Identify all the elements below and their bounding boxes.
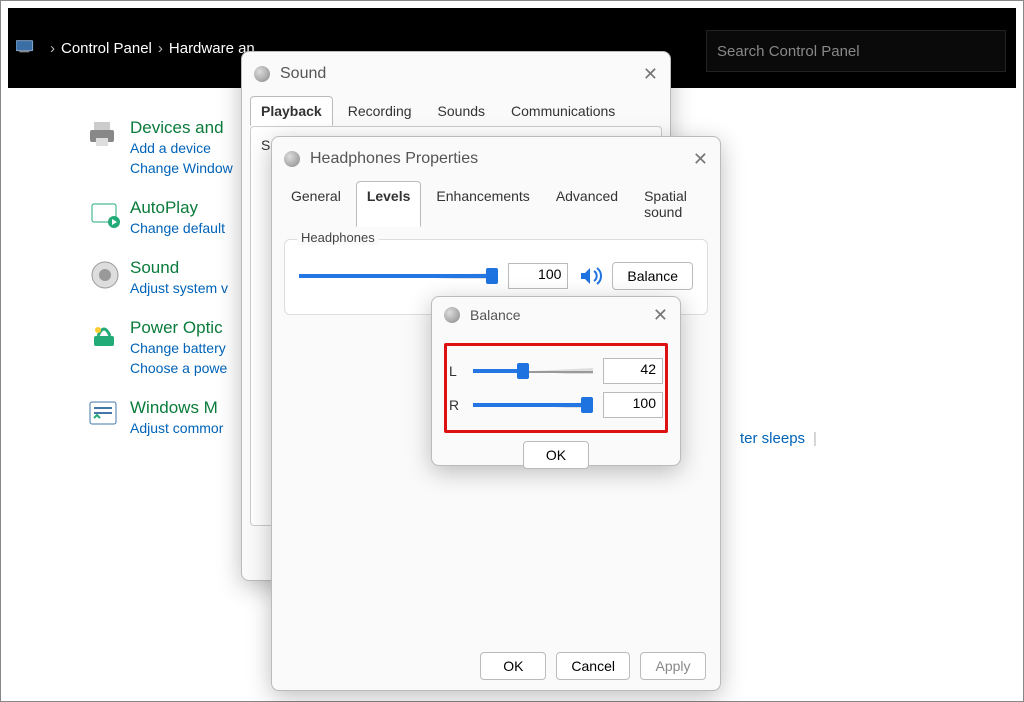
ok-button[interactable]: OK: [480, 652, 546, 680]
close-icon[interactable]: ✕: [693, 149, 708, 170]
cancel-button[interactable]: Cancel: [556, 652, 630, 680]
volume-icon[interactable]: [578, 264, 602, 288]
tab-recording[interactable]: Recording: [337, 96, 423, 126]
speaker-icon: [88, 258, 122, 292]
sound-tabs: Playback Recording Sounds Communications: [242, 96, 670, 126]
power-icon: [88, 318, 122, 352]
tab-levels[interactable]: Levels: [356, 181, 422, 227]
link-add-device[interactable]: Add a device: [130, 138, 233, 158]
printer-icon: [88, 118, 122, 152]
category-title[interactable]: Sound: [130, 258, 228, 278]
close-icon[interactable]: ✕: [653, 305, 668, 326]
control-panel-icon: [16, 39, 36, 57]
tab-advanced[interactable]: Advanced: [545, 181, 629, 227]
left-label: L: [449, 363, 463, 379]
volume-value[interactable]: 100: [508, 263, 568, 289]
breadcrumb-control-panel[interactable]: Control Panel: [61, 40, 152, 57]
category-title[interactable]: Power Optic: [130, 318, 227, 338]
link-choose-power[interactable]: Choose a powe: [130, 358, 227, 378]
dialog-title: Balance: [470, 307, 521, 323]
dialog-button-row: OK Cancel Apply: [480, 652, 706, 680]
dialog-title: Sound: [280, 65, 326, 83]
tab-enhancements[interactable]: Enhancements: [425, 181, 540, 227]
highlight-annotation: L 42 R 100: [444, 343, 668, 433]
link-computer-sleeps[interactable]: ter sleeps|: [740, 430, 817, 447]
tab-communications[interactable]: Communications: [500, 96, 626, 126]
ok-button[interactable]: OK: [523, 441, 589, 469]
dialog-titlebar[interactable]: Headphones Properties ✕: [272, 137, 720, 181]
balance-icon: [444, 307, 460, 323]
dialog-titlebar[interactable]: Sound ✕: [242, 52, 670, 96]
close-icon[interactable]: ✕: [643, 64, 658, 85]
chevron-right-icon: ›: [50, 40, 55, 57]
props-tabs: General Levels Enhancements Advanced Spa…: [272, 181, 720, 227]
dialog-titlebar[interactable]: Balance ✕: [432, 297, 680, 333]
apply-button[interactable]: Apply: [640, 652, 706, 680]
right-balance-value[interactable]: 100: [603, 392, 663, 418]
balance-button[interactable]: Balance: [612, 262, 693, 290]
tab-sounds[interactable]: Sounds: [427, 96, 496, 126]
volume-slider[interactable]: [299, 269, 498, 283]
left-balance-value[interactable]: 42: [603, 358, 663, 384]
link-change-default[interactable]: Change default: [130, 218, 225, 238]
link-adjust-volume[interactable]: Adjust system v: [130, 278, 228, 298]
dialog-title: Headphones Properties: [310, 150, 478, 168]
headphones-icon: [284, 151, 300, 167]
right-label: R: [449, 397, 463, 413]
tab-general[interactable]: General: [280, 181, 352, 227]
category-title[interactable]: Devices and: [130, 118, 233, 138]
search-input[interactable]: Search Control Panel: [706, 30, 1006, 72]
category-title[interactable]: AutoPlay: [130, 198, 225, 218]
search-placeholder: Search Control Panel: [717, 43, 860, 60]
chevron-right-icon: ›: [158, 40, 163, 57]
right-balance-slider[interactable]: [473, 398, 593, 412]
mobility-icon: [88, 398, 122, 432]
balance-dialog: Balance ✕ L 42 R 100: [431, 296, 681, 466]
tab-playback[interactable]: Playback: [250, 96, 333, 126]
sound-icon: [254, 66, 270, 82]
group-title: Headphones: [297, 230, 379, 245]
separator-icon: |: [813, 430, 817, 447]
link-adjust-common[interactable]: Adjust commor: [130, 418, 223, 438]
link-change-windows[interactable]: Change Window: [130, 158, 233, 178]
category-title[interactable]: Windows M: [130, 398, 223, 418]
link-change-battery[interactable]: Change battery: [130, 338, 227, 358]
autoplay-icon: [88, 198, 122, 232]
left-balance-slider[interactable]: [473, 364, 593, 378]
tab-spatial-sound[interactable]: Spatial sound: [633, 181, 712, 227]
